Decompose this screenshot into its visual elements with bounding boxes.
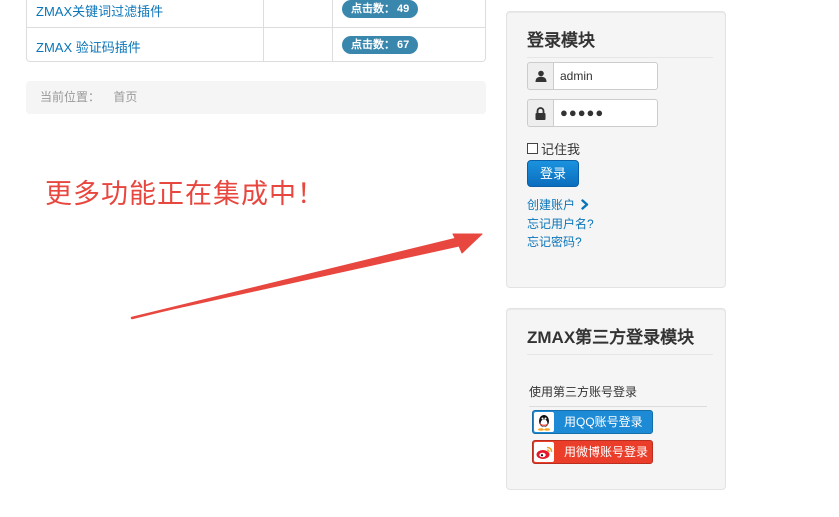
article-link-captcha[interactable]: ZMAX 验证码插件 [36, 37, 141, 56]
breadcrumb-label: 当前位置： [40, 90, 101, 104]
login-module-title: 登录模块 [527, 30, 713, 58]
username-group: admin [527, 62, 658, 90]
forgot-username-link[interactable]: 忘记用户名? [527, 215, 594, 233]
forgot-password-link[interactable]: 忘记密码? [527, 233, 594, 251]
hits-count: 67 [397, 39, 410, 51]
social-module-title: ZMAX第三方登录模块 [527, 327, 713, 355]
qq-icon [534, 412, 554, 432]
remember-me[interactable]: 记住我 [527, 139, 580, 158]
breadcrumb-home[interactable]: 首页 [113, 90, 137, 104]
hits-count: 49 [397, 3, 410, 15]
password-input[interactable]: ●●●●● [553, 99, 658, 127]
user-icon [527, 62, 554, 90]
social-login-module: ZMAX第三方登录模块 使用第三方账号登录 用QQ账号登录 用微博账号登录 [506, 308, 726, 490]
hits-label: 点击数： [351, 39, 395, 51]
qq-login-button[interactable]: 用QQ账号登录 [532, 410, 653, 434]
weibo-login-label: 用微博账号登录 [564, 445, 649, 459]
article-link-keyword-filter[interactable]: ZMAX关键词过滤插件 [36, 1, 163, 20]
annotation-arrow [130, 233, 483, 320]
remember-label: 记住我 [541, 142, 581, 157]
login-links: 创建账户 忘记用户名? 忘记密码? [527, 196, 594, 251]
hits-badge: 点击数： 67 [342, 36, 419, 54]
create-account-link[interactable]: 创建账户 [527, 196, 594, 215]
weibo-login-button[interactable]: 用微博账号登录 [532, 440, 653, 464]
table-row: ZMAX 验证码插件 点击数： 67 [27, 27, 485, 63]
login-module: 登录模块 admin ●●●●● 记住我 登录 创建账户 忘记用户名? 忘记密码… [506, 11, 726, 288]
login-button[interactable]: 登录 [527, 160, 579, 187]
hits-label: 点击数： [351, 3, 395, 15]
lock-icon [527, 99, 554, 127]
qq-login-label: 用QQ账号登录 [564, 415, 643, 429]
article-table: ZMAX关键词过滤插件 点击数： 49 ZMAX 验证码插件 点击数： 67 [26, 0, 486, 62]
social-subtitle: 使用第三方账号登录 [529, 383, 707, 407]
chevron-right-icon [581, 197, 589, 215]
table-row: ZMAX关键词过滤插件 点击数： 49 [27, 0, 485, 27]
hits-badge: 点击数： 49 [342, 0, 419, 18]
username-input[interactable]: admin [553, 62, 658, 90]
annotation-text: 更多功能正在集成中！ [45, 179, 325, 210]
create-account-label: 创建账户 [527, 198, 576, 212]
breadcrumb: 当前位置： 首页 [26, 81, 486, 114]
weibo-icon [534, 442, 554, 462]
remember-checkbox[interactable] [527, 143, 538, 154]
password-group: ●●●●● [527, 99, 658, 127]
